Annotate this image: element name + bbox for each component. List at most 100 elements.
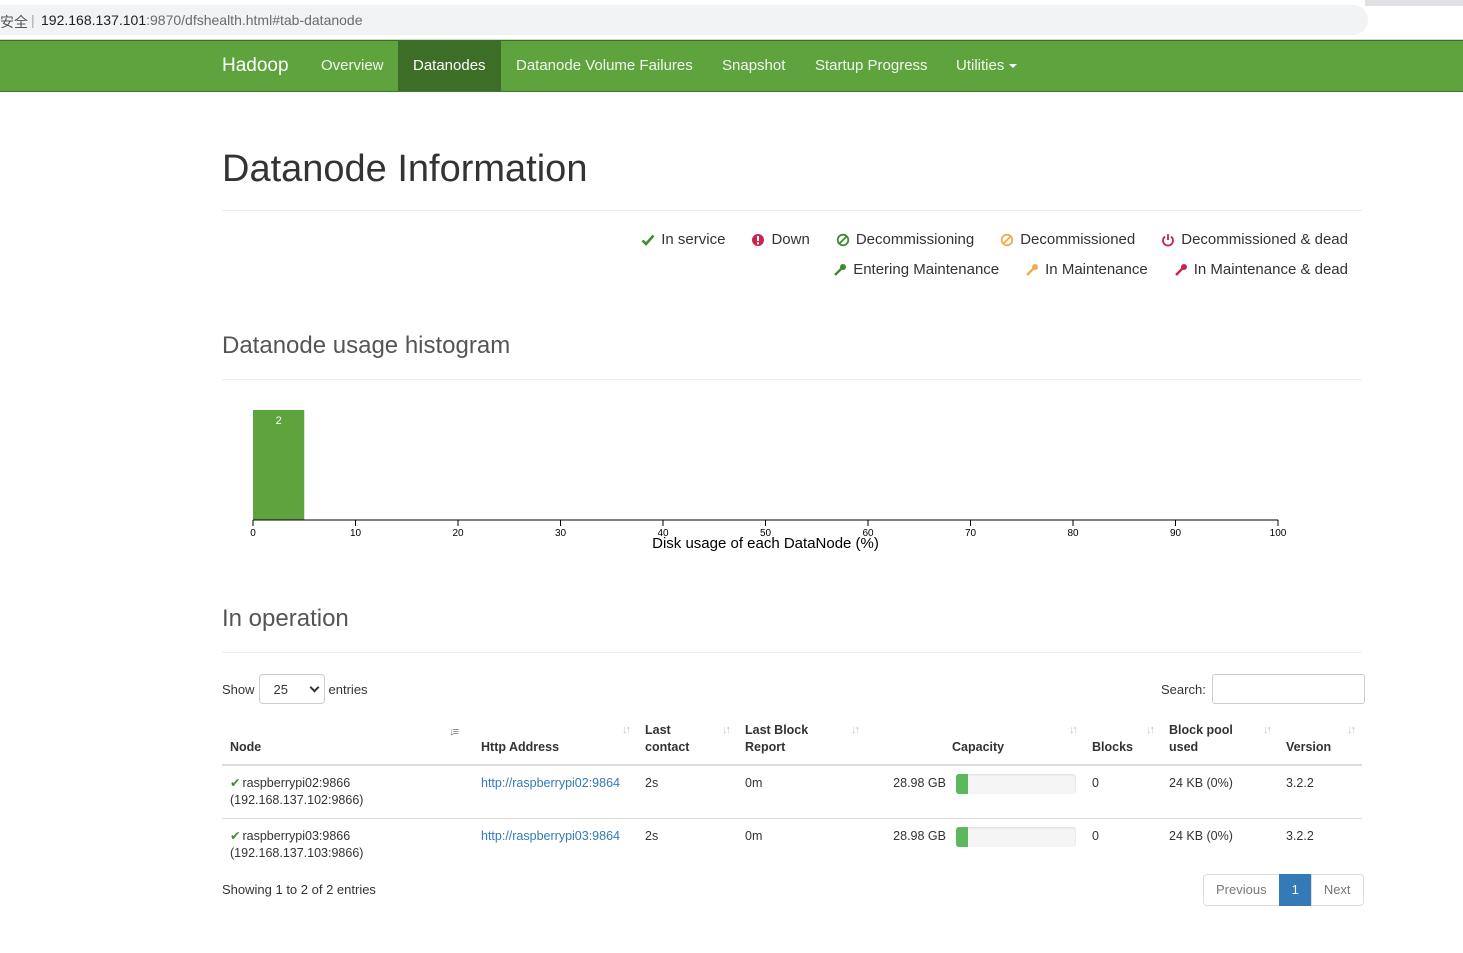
capacity-value: 28.98 GB [893, 829, 946, 843]
ban-icon [1000, 233, 1014, 246]
legend-decommissioning: Decommissioning [836, 231, 974, 248]
col-label: Block pool [1169, 723, 1233, 737]
url-separator: | [31, 12, 35, 28]
search-control: Search: [1161, 674, 1365, 704]
chevron-down-icon [309, 682, 319, 692]
histogram-heading: Datanode usage histogram [222, 332, 511, 359]
legend-in-maintenance: In Maintenance [1025, 261, 1148, 278]
cell-last-contact: 2s [637, 818, 737, 871]
x-tick-label: 10 [350, 528, 362, 539]
search-input[interactable] [1211, 674, 1365, 704]
sort-icon: ↓↑ [722, 724, 731, 736]
url-path: :9870/dfshealth.html#tab-datanode [146, 12, 363, 28]
col-label: Version [1286, 740, 1332, 754]
browser-address-bar: 安全 | 192.168.137.101:9870/dfshealth.html… [0, 0, 1463, 40]
exclamation-circle-icon [752, 233, 765, 246]
col-label: Capacity [952, 740, 1005, 754]
nav-volume-failures[interactable]: Datanode Volume Failures [501, 41, 708, 91]
legend-decommissioned: Decommissioned [1000, 231, 1135, 248]
pagination: Previous 1 Next [1203, 874, 1364, 906]
node-ip: (192.168.137.102:9866) [230, 793, 364, 807]
col-http-address[interactable]: Http Address ↓↑ [473, 716, 637, 766]
page-size-value: 25 [273, 681, 288, 697]
http-link[interactable]: http://raspberrypi03:9864 [481, 829, 620, 843]
nav-overview[interactable]: Overview [306, 41, 399, 91]
legend-down: Down [751, 231, 810, 248]
cell-block-pool-used: 24 KB (0%) [1161, 818, 1278, 871]
search-label: Search: [1161, 681, 1206, 697]
capacity-progress-bar [956, 827, 1076, 847]
legend-in-service: In service [641, 231, 725, 248]
nav-snapshot[interactable]: Snapshot [707, 41, 800, 91]
security-label: 安全 [0, 14, 28, 30]
nav-datanodes[interactable]: Datanodes [398, 41, 501, 91]
col-blocks[interactable]: Blocks ↓↑ [1084, 716, 1161, 766]
previous-button[interactable]: Previous [1203, 874, 1280, 906]
nav-utilities-label: Utilities [956, 57, 1005, 74]
show-label: Show [222, 681, 255, 697]
legend-entering-maintenance: Entering Maintenance [833, 261, 999, 278]
sort-icon: ↓↑ [1263, 724, 1272, 736]
check-icon: ✔ [230, 829, 241, 843]
page-size-select[interactable]: 25 [258, 674, 325, 704]
capacity-value: 28.98 GB [893, 776, 946, 790]
x-tick-label: 30 [555, 528, 567, 539]
cell-blocks: 0 [1092, 776, 1099, 790]
col-last-block-report[interactable]: Last Block Report ↓↑ [737, 716, 866, 766]
entries-label: entries [328, 681, 368, 697]
sort-asc-icon: ↓≡ [449, 726, 459, 738]
histogram-bar-label: 2 [276, 415, 282, 427]
operation-divider [222, 652, 1362, 653]
tab-strip-edge [1365, 0, 1463, 6]
col-version[interactable]: Version ↓↑ [1278, 716, 1362, 766]
node-ip: (192.168.137.103:9866) [230, 846, 364, 860]
legend-label: Down [771, 231, 810, 248]
cell-http: http://raspberrypi02:9864 [473, 765, 637, 819]
legend-label: In Maintenance & dead [1193, 261, 1348, 278]
datanode-table: Node ↓≡ Http Address ↓↑ Last contact ↓↑ Last… [222, 716, 1362, 871]
http-link[interactable]: http://raspberrypi02:9864 [481, 776, 620, 790]
page-title: Datanode Information [222, 148, 588, 190]
capacity-progress-fill [956, 774, 968, 794]
sort-icon: ↓↑ [1347, 724, 1356, 736]
col-capacity[interactable]: Capacity ↓↑ [866, 716, 1084, 766]
power-icon [1162, 233, 1175, 246]
table-info: Showing 1 to 2 of 2 entries [222, 882, 376, 897]
cell-blocks: 0 [1084, 818, 1161, 871]
cell-last-block-report: 0m [745, 776, 763, 790]
col-label: Last [645, 723, 671, 737]
usage-histogram: 20 10 20 30 40 50 60 70 80 90 100Disk usage of eac… [250, 410, 1287, 552]
col-last-contact[interactable]: Last contact ↓↑ [637, 716, 737, 766]
check-icon [641, 234, 655, 246]
top-navbar: Hadoop Overview Datanodes Datanode Volum… [0, 40, 1463, 92]
nav-startup-progress[interactable]: Startup Progress [800, 41, 943, 91]
check-icon: ✔ [230, 776, 241, 790]
col-block-pool-used[interactable]: Block pool used ↓↑ [1161, 716, 1278, 766]
col-label: used [1169, 740, 1199, 754]
operation-heading: In operation [222, 605, 349, 632]
col-node[interactable]: Node ↓≡ [222, 716, 473, 766]
sort-icon: ↓↑ [622, 724, 631, 736]
x-tick-label: 0 [250, 528, 256, 539]
col-label: Node [230, 740, 262, 754]
page-length-control: Show 25 entries [222, 674, 368, 704]
page-1-button[interactable]: 1 [1278, 874, 1312, 906]
brand-link[interactable]: Hadoop [222, 41, 289, 91]
sort-icon: ↓↑ [1146, 724, 1155, 736]
capacity-progress-bar [956, 774, 1076, 794]
col-label: Last Block [745, 723, 809, 737]
next-button[interactable]: Next [1310, 874, 1364, 906]
legend-row-2: Entering Maintenance In Maintenance In M… [833, 261, 1348, 278]
cell-node: ✔ raspberrypi02:9866 (192.168.137.102:9866… [222, 765, 473, 819]
x-tick-label: 70 [965, 528, 977, 539]
table-row: ✔ raspberrypi03:9866 (192.168.137.103:9866… [222, 818, 1362, 871]
legend-label: In Maintenance [1045, 261, 1148, 278]
url-text[interactable]: 192.168.137.101:9870/dfshealth.html#tab-… [41, 12, 363, 28]
legend-label: Decommissioned [1020, 231, 1136, 248]
nav-utilities-dropdown[interactable]: Utilities [941, 41, 1032, 91]
legend-label: In service [661, 231, 726, 248]
histogram-divider [222, 379, 1362, 380]
cell-block-pool-used: 24 KB (0%) [1169, 776, 1233, 790]
node-name: raspberrypi02:9866 [242, 776, 351, 790]
wrench-icon [1026, 263, 1039, 276]
